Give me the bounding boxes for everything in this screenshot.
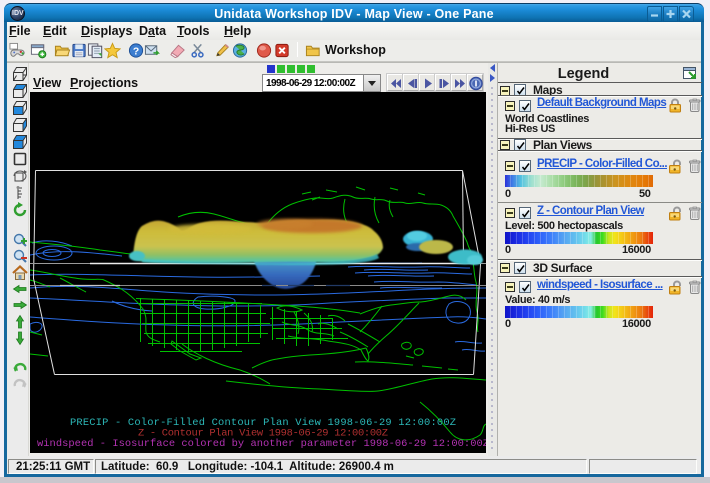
svg-text:windspeed - Isosurface colored: windspeed - Isosurface colored by anothe… xyxy=(37,438,486,450)
svg-text:?: ? xyxy=(133,46,139,57)
